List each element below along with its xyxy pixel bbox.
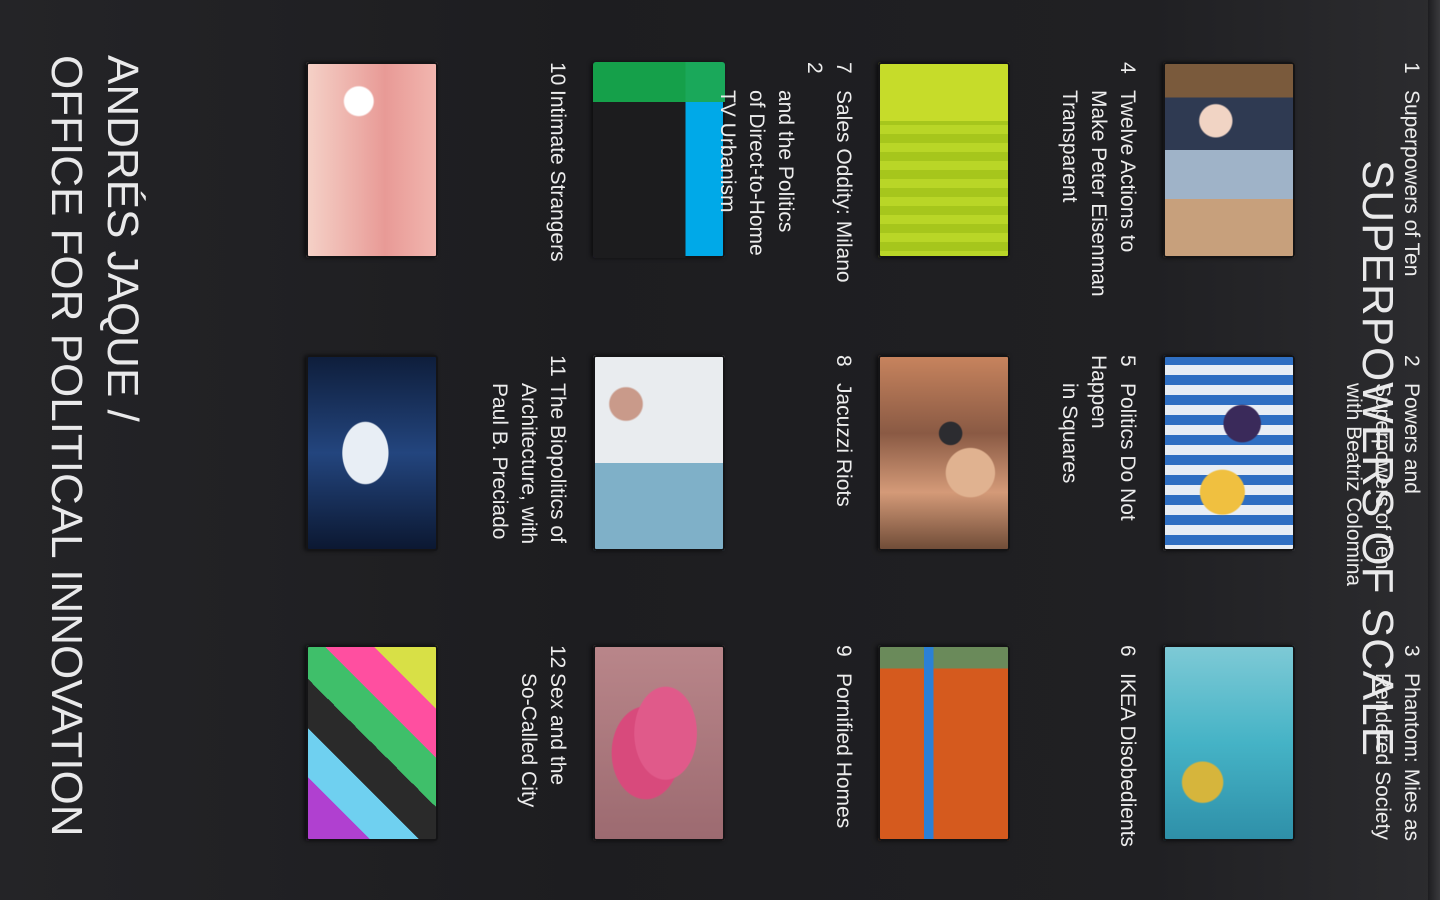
chapter-title: Phantom: Mies as: [1400, 673, 1423, 842]
chapter-title: IKEA Disobedients: [1116, 673, 1139, 847]
chapter-number: 1: [1400, 62, 1423, 74]
author-block: ANDRÉS JAQUE / OFFICE FOR POLITICAL INNO…: [38, 55, 150, 836]
chapter-item-11: 11The Biopolitics of Architecture, with …: [485, 355, 572, 595]
thumbnail-11-photo: [306, 355, 438, 551]
thumbnail-7-photo: [593, 62, 725, 258]
chapter-title: Intimate Strangers: [546, 90, 569, 262]
chapter-title-line: Architecture, with: [517, 383, 540, 545]
chapter-item-6: 6 IKEA Disobedients: [1113, 645, 1142, 885]
chapter-item-5: 5Politics Do Not Happen in Squares: [1055, 355, 1142, 595]
chapter-number: 6: [1116, 645, 1139, 657]
chapter-number: 5: [1116, 355, 1139, 367]
thumbnail-2-photo: [1163, 355, 1295, 551]
chapter-number: 10: [546, 62, 569, 86]
thumbnail-8-photo: [593, 355, 725, 551]
thumbnail-4-photo: [878, 62, 1010, 258]
chapter-item-3: 3 Phantom: Mies as Rendered Society: [1368, 645, 1426, 885]
chapter-title: The Biopolitics of: [546, 383, 569, 543]
thumbnail-5-photo: [878, 355, 1010, 551]
chapter-number: 8: [832, 355, 855, 367]
chapter-title: Superpowers of Ten: [1400, 90, 1423, 277]
chapter-title: Sales Oddity: Milano 2: [803, 62, 855, 283]
chapter-title-line: TV Urbanism: [716, 90, 739, 213]
thumbnail-3-photo: [1163, 645, 1295, 841]
book-spine-edge: [1428, 0, 1440, 900]
chapter-number: 11: [546, 355, 569, 377]
chapter-item-7: 7Sales Oddity: Milano 2 and the Politics…: [713, 62, 858, 302]
chapter-item-9: 9 Pornified Homes: [829, 645, 858, 885]
chapter-title-line: of Direct-to-Home: [745, 90, 768, 256]
chapter-item-12: 12 Sex and the So-Called City: [514, 645, 572, 885]
chapter-number: 9: [832, 645, 855, 657]
author-office: OFFICE FOR POLITICAL INNOVATION: [42, 55, 91, 837]
chapter-title-line: with Beatriz Colomina: [1342, 383, 1365, 587]
chapter-title-line: and the Politics: [774, 90, 797, 233]
chapter-number: 4: [1116, 62, 1139, 74]
thumbnail-1-photo: [1163, 62, 1295, 258]
thumbnail-6-photo: [878, 645, 1010, 841]
chapter-title: Pornified Homes: [832, 673, 855, 829]
chapter-title: Sex and the: [546, 673, 569, 786]
chapter-item-1: 1 Superpowers of Ten: [1306, 62, 1426, 302]
thumbnail-12-photo: [306, 645, 438, 841]
chapter-number: 7: [832, 62, 855, 74]
chapter-title-line: Paul B. Preciado: [488, 383, 511, 540]
chapter-title: Powers and: [1400, 383, 1423, 494]
chapter-title-line: Make Peter Eisenman: [1087, 90, 1110, 297]
book-cover: SUPERPOWERS OF SCALE 1Superpowers of Ten…: [0, 0, 1440, 900]
chapter-title-line: Rendered Society: [1371, 673, 1394, 840]
author-name: ANDRÉS JAQUE /: [98, 55, 147, 422]
chapter-title-line: So-Called City: [517, 673, 540, 808]
chapter-item-8: 8 Jacuzzi Riots: [829, 355, 858, 595]
chapter-number: 2: [1400, 355, 1423, 367]
chapter-number: 3: [1400, 645, 1423, 657]
chapter-title-line: Superpowers of Ten,: [1371, 383, 1394, 576]
photo-scene: SUPERPOWERS OF SCALE 1Superpowers of Ten…: [0, 0, 1440, 900]
thumbnail-10-photo: [306, 62, 438, 258]
chapter-title-line: Transparent: [1058, 90, 1081, 203]
chapter-title: Twelve Actions to: [1116, 90, 1139, 253]
thumbnail-9-photo: [593, 645, 725, 841]
chapter-title-line: in Squares: [1058, 383, 1081, 484]
chapter-item-2: 2 Powers and Superpowers of Ten, with Bea…: [1339, 355, 1426, 595]
chapter-title: Jacuzzi Riots: [832, 383, 855, 507]
chapter-item-4: 4 Twelve Actions to Make Peter Eisenman T…: [1055, 62, 1142, 302]
chapter-number: 12: [546, 645, 569, 669]
chapter-item-10: 10 Intimate Strangers: [543, 62, 572, 302]
